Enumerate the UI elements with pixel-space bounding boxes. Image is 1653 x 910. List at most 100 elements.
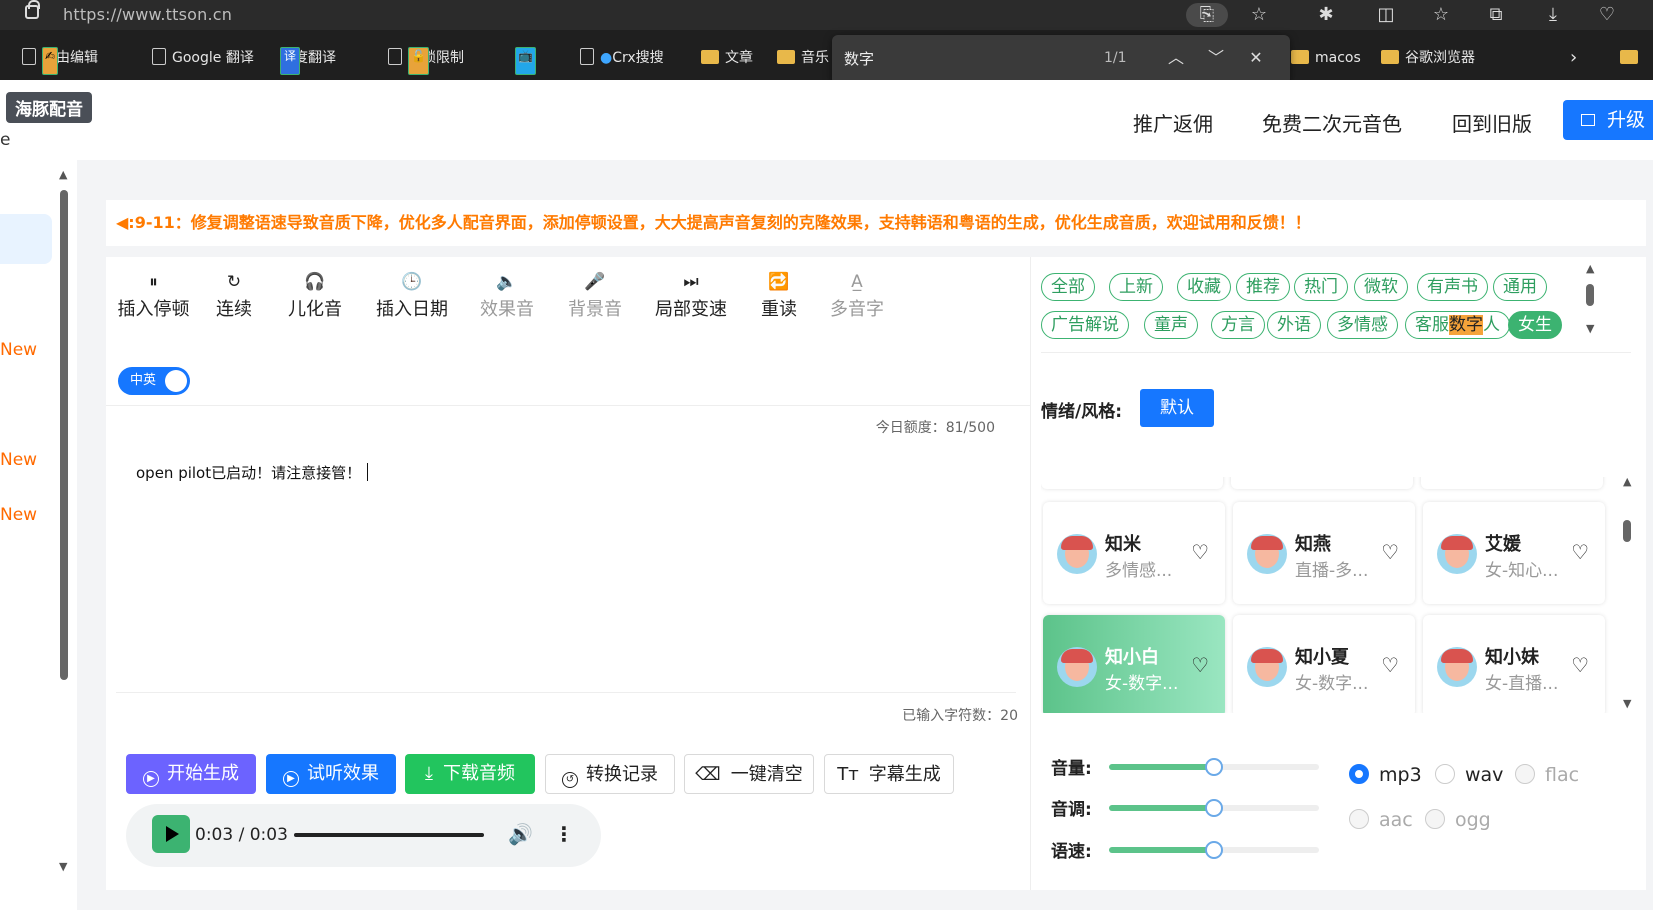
slider-knob[interactable] bbox=[1205, 799, 1223, 817]
favorites-icon[interactable]: ☆ bbox=[1428, 3, 1454, 27]
scroll-up-arrow-icon[interactable]: ▲ bbox=[59, 168, 67, 181]
scroll-up-arrow-icon[interactable]: ▲ bbox=[1586, 262, 1594, 275]
scroll-thumb[interactable] bbox=[60, 190, 68, 680]
preview-button[interactable]: ▶ 试听效果 bbox=[266, 754, 396, 794]
tag-customer-digital[interactable]: 客服数字人 bbox=[1405, 311, 1510, 339]
address-bar[interactable]: https://www.ttson.cn ⎘ ☆ ✱ ◫ ☆ ⧉ ⤓ ♡ bbox=[0, 0, 1653, 30]
tool-sound-effect[interactable]: 🔈 效果音 bbox=[478, 269, 536, 321]
bookmark-item[interactable]: ✍ 自由编辑 bbox=[22, 47, 98, 75]
heart-icon[interactable]: ♡ bbox=[1381, 653, 1399, 677]
tool-erhua[interactable]: 🎧 儿化音 bbox=[286, 269, 344, 321]
lang-toggle[interactable]: 中英 bbox=[118, 367, 190, 395]
slider-knob[interactable] bbox=[1205, 758, 1223, 776]
scroll-down-arrow-icon[interactable]: ▼ bbox=[1586, 322, 1594, 335]
heart-icon[interactable]: ♡ bbox=[1381, 540, 1399, 564]
tag-chip[interactable]: 通用 bbox=[1493, 273, 1547, 301]
url-text[interactable]: https://www.ttson.cn bbox=[63, 5, 232, 24]
chevron-up-icon[interactable]: ︿ bbox=[1163, 45, 1189, 71]
bookmark-item[interactable]: 音乐 bbox=[777, 47, 829, 69]
scroll-up-arrow-icon[interactable]: ▲ bbox=[1623, 475, 1631, 488]
tag-chip[interactable]: 上新 bbox=[1109, 273, 1163, 301]
play-button[interactable] bbox=[152, 815, 190, 853]
nav-old-version[interactable]: 回到旧版 bbox=[1452, 108, 1532, 137]
emotion-default-button[interactable]: 默认 bbox=[1140, 389, 1214, 427]
upgrade-button[interactable]: 升级专 bbox=[1563, 100, 1653, 171]
format-ogg-radio[interactable]: ogg bbox=[1425, 809, 1491, 831]
tag-chip[interactable]: 方言 bbox=[1211, 311, 1265, 339]
slider-knob[interactable] bbox=[1205, 841, 1223, 859]
tool-insert-date[interactable]: 🕒 插入日期 bbox=[374, 269, 450, 321]
split-screen-icon[interactable]: ◫ bbox=[1373, 3, 1399, 27]
downloads-icon[interactable]: ⤓ bbox=[1540, 3, 1566, 27]
voice-card-partial[interactable] bbox=[1231, 477, 1413, 489]
volume-icon[interactable]: 🔊 bbox=[508, 822, 533, 846]
sidebar-selected-item[interactable] bbox=[0, 214, 52, 264]
voice-card-partial[interactable] bbox=[1041, 477, 1223, 489]
format-mp3-radio[interactable]: mp3 bbox=[1349, 764, 1422, 786]
voice-card[interactable]: 知米 多情感... ♡ bbox=[1043, 502, 1225, 604]
clear-all-button[interactable]: ⌫ 一键清空 bbox=[684, 754, 814, 794]
tool-stress[interactable]: 🔁 重读 bbox=[758, 269, 800, 321]
tool-local-speed[interactable]: ⏭ 局部变速 bbox=[653, 269, 729, 321]
bookmark-item[interactable]: 译百度翻译 bbox=[280, 47, 336, 75]
voice-card-selected[interactable]: 知小白 女-数字... ♡ bbox=[1043, 615, 1225, 713]
extensions-icon[interactable]: ✱ bbox=[1313, 3, 1339, 27]
close-icon[interactable]: ✕ bbox=[1243, 45, 1269, 71]
download-audio-button[interactable]: ⤓ 下载音频 bbox=[405, 754, 535, 794]
tool-insert-pause[interactable]: ⏸ 插入停顿 bbox=[116, 269, 191, 321]
bookmark-item[interactable]: Google 翻译 bbox=[152, 47, 254, 69]
voice-card-partial[interactable] bbox=[1421, 477, 1603, 489]
pitch-slider[interactable] bbox=[1109, 799, 1319, 817]
bookmark-item[interactable]: 文章 bbox=[701, 47, 753, 69]
bookmark-item[interactable]: ●Crx搜搜 bbox=[580, 47, 664, 69]
heart-icon[interactable]: ♡ bbox=[1191, 653, 1209, 677]
voice-card[interactable]: 知小妹 女-直播... ♡ bbox=[1423, 615, 1605, 713]
tag-chip[interactable]: 全部 bbox=[1041, 273, 1095, 301]
read-aloud-icon[interactable]: ⎘ bbox=[1186, 3, 1228, 27]
bookmark-item[interactable]: 谷歌浏览器 bbox=[1381, 47, 1475, 69]
tool-continuous[interactable]: ↻ 连续 bbox=[213, 269, 255, 321]
heart-icon[interactable]: ♡ bbox=[1571, 540, 1589, 564]
format-aac-radio[interactable]: aac bbox=[1349, 809, 1413, 831]
tag-chip[interactable]: 推荐 bbox=[1236, 273, 1290, 301]
speed-slider[interactable] bbox=[1109, 841, 1319, 859]
scroll-thumb[interactable] bbox=[1586, 284, 1594, 306]
collections-icon[interactable]: ⧉ bbox=[1483, 3, 1509, 27]
tool-bg-music[interactable]: 🎤 背景音 bbox=[566, 269, 624, 321]
tag-chip[interactable]: 广告解说 bbox=[1041, 311, 1129, 339]
find-input[interactable]: 数字 bbox=[844, 48, 874, 69]
chevron-right-icon[interactable]: › bbox=[1570, 47, 1577, 69]
nav-free-anime-voices[interactable]: 免费二次元音色 bbox=[1262, 108, 1402, 137]
tag-chip[interactable]: 童声 bbox=[1144, 311, 1198, 339]
tag-chip[interactable]: 微软 bbox=[1354, 273, 1408, 301]
bookmark-item[interactable]: 🔓 解锁限制 bbox=[388, 47, 464, 75]
text-input[interactable]: open pilot已启动！请注意接管！ bbox=[136, 462, 369, 483]
voice-card[interactable]: 知小夏 女-数字... ♡ bbox=[1233, 615, 1415, 713]
tag-chip[interactable]: 有声书 bbox=[1417, 273, 1488, 301]
volume-slider[interactable] bbox=[1109, 758, 1319, 776]
start-generate-button[interactable]: ▶ 开始生成 bbox=[126, 754, 256, 794]
format-wav-radio[interactable]: wav bbox=[1435, 764, 1503, 786]
more-options-icon[interactable]: ⋮ bbox=[554, 822, 574, 846]
voice-grid-scrollbar[interactable]: ▲ ▼ bbox=[1621, 475, 1633, 715]
bookmark-item[interactable]: 📺哔 bbox=[515, 47, 536, 75]
subtitle-button[interactable]: Tт 字幕生成 bbox=[824, 754, 954, 794]
progress-bar[interactable] bbox=[294, 833, 484, 837]
scroll-thumb[interactable] bbox=[1623, 520, 1631, 542]
tag-chip[interactable]: 外语 bbox=[1267, 311, 1321, 339]
logo[interactable]: 海豚配音 bbox=[6, 92, 92, 123]
heart-icon[interactable]: ♡ bbox=[1191, 540, 1209, 564]
tag-female[interactable]: 女生 bbox=[1508, 311, 1562, 339]
nav-referral[interactable]: 推广返佣 bbox=[1133, 108, 1213, 137]
bookmark-item[interactable]: macos bbox=[1291, 47, 1361, 69]
tag-chip[interactable]: 收藏 bbox=[1177, 273, 1231, 301]
chevron-down-icon[interactable]: ﹀ bbox=[1203, 45, 1229, 71]
favorite-star-icon[interactable]: ☆ bbox=[1246, 3, 1272, 27]
sidebar-scrollbar[interactable]: ▲ ▼ bbox=[59, 160, 69, 880]
voice-card[interactable]: 艾媛 女-知心... ♡ bbox=[1423, 502, 1605, 604]
health-icon[interactable]: ♡ bbox=[1594, 3, 1620, 27]
heart-icon[interactable]: ♡ bbox=[1571, 653, 1589, 677]
scroll-down-arrow-icon[interactable]: ▼ bbox=[1623, 697, 1631, 710]
tool-polyphone[interactable]: A̲ 多音字 bbox=[828, 269, 886, 321]
voice-card[interactable]: 知燕 直播-多... ♡ bbox=[1233, 502, 1415, 604]
